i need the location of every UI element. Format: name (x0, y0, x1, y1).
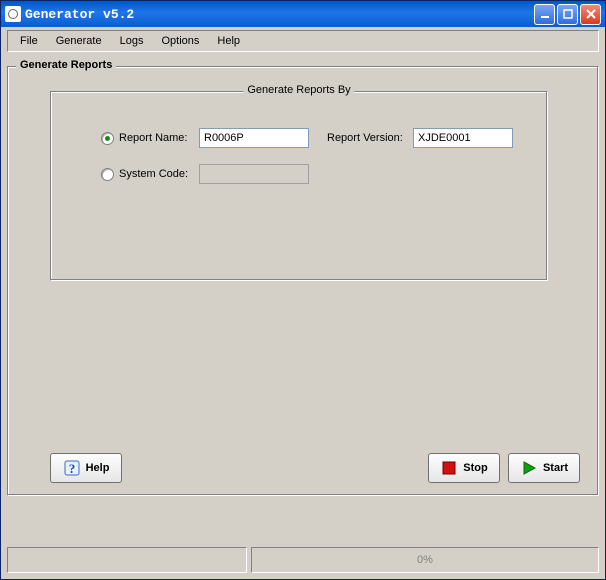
menu-generate[interactable]: Generate (48, 33, 110, 49)
app-icon (5, 6, 21, 22)
report-name-input[interactable] (199, 128, 309, 148)
menu-file[interactable]: File (12, 33, 46, 49)
help-button-label: Help (86, 462, 110, 474)
maximize-button[interactable] (557, 4, 578, 25)
action-buttons: ? Help Stop Start (50, 453, 580, 483)
report-name-label: Report Name: (119, 132, 199, 144)
start-button-label: Start (543, 462, 568, 474)
help-icon: ? (63, 459, 81, 477)
window-controls (534, 4, 601, 25)
inner-group-legend: Generate Reports By (243, 84, 354, 96)
menu-logs[interactable]: Logs (112, 33, 152, 49)
minimize-icon (540, 9, 550, 19)
play-icon (520, 459, 538, 477)
stop-button[interactable]: Stop (428, 453, 500, 483)
row-report-name: Report Name: Report Version: (101, 128, 531, 148)
close-button[interactable] (580, 4, 601, 25)
system-code-radio[interactable] (101, 168, 114, 181)
outer-group-legend: Generate Reports (16, 59, 116, 71)
titlebar: Generator v5.2 (1, 1, 605, 27)
maximize-icon (563, 9, 573, 19)
stop-button-label: Stop (463, 462, 487, 474)
report-name-radio[interactable] (101, 132, 114, 145)
generate-reports-by-group: Generate Reports By Report Name: Report … (50, 91, 548, 281)
system-code-label: System Code: (119, 168, 199, 180)
status-bar: 0% (7, 547, 599, 573)
client-area: Generate Reports Generate Reports By Rep… (7, 56, 599, 541)
report-version-input[interactable] (413, 128, 513, 148)
minimize-button[interactable] (534, 4, 555, 25)
help-button[interactable]: ? Help (50, 453, 122, 483)
svg-text:?: ? (68, 461, 75, 476)
start-button[interactable]: Start (508, 453, 580, 483)
row-system-code: System Code: (101, 164, 309, 184)
progress-cell: 0% (251, 547, 599, 573)
menubar: File Generate Logs Options Help (7, 30, 599, 52)
window-title: Generator v5.2 (25, 7, 134, 22)
report-version-label: Report Version: (327, 132, 413, 144)
stop-icon (440, 459, 458, 477)
progress-text: 0% (417, 554, 433, 566)
menu-options[interactable]: Options (153, 33, 207, 49)
system-code-input (199, 164, 309, 184)
app-window: Generator v5.2 File Generate Logs Option… (0, 0, 606, 580)
close-icon (586, 9, 596, 19)
menu-help[interactable]: Help (209, 33, 248, 49)
generate-reports-group: Generate Reports Generate Reports By Rep… (7, 66, 599, 496)
status-left (7, 547, 247, 573)
